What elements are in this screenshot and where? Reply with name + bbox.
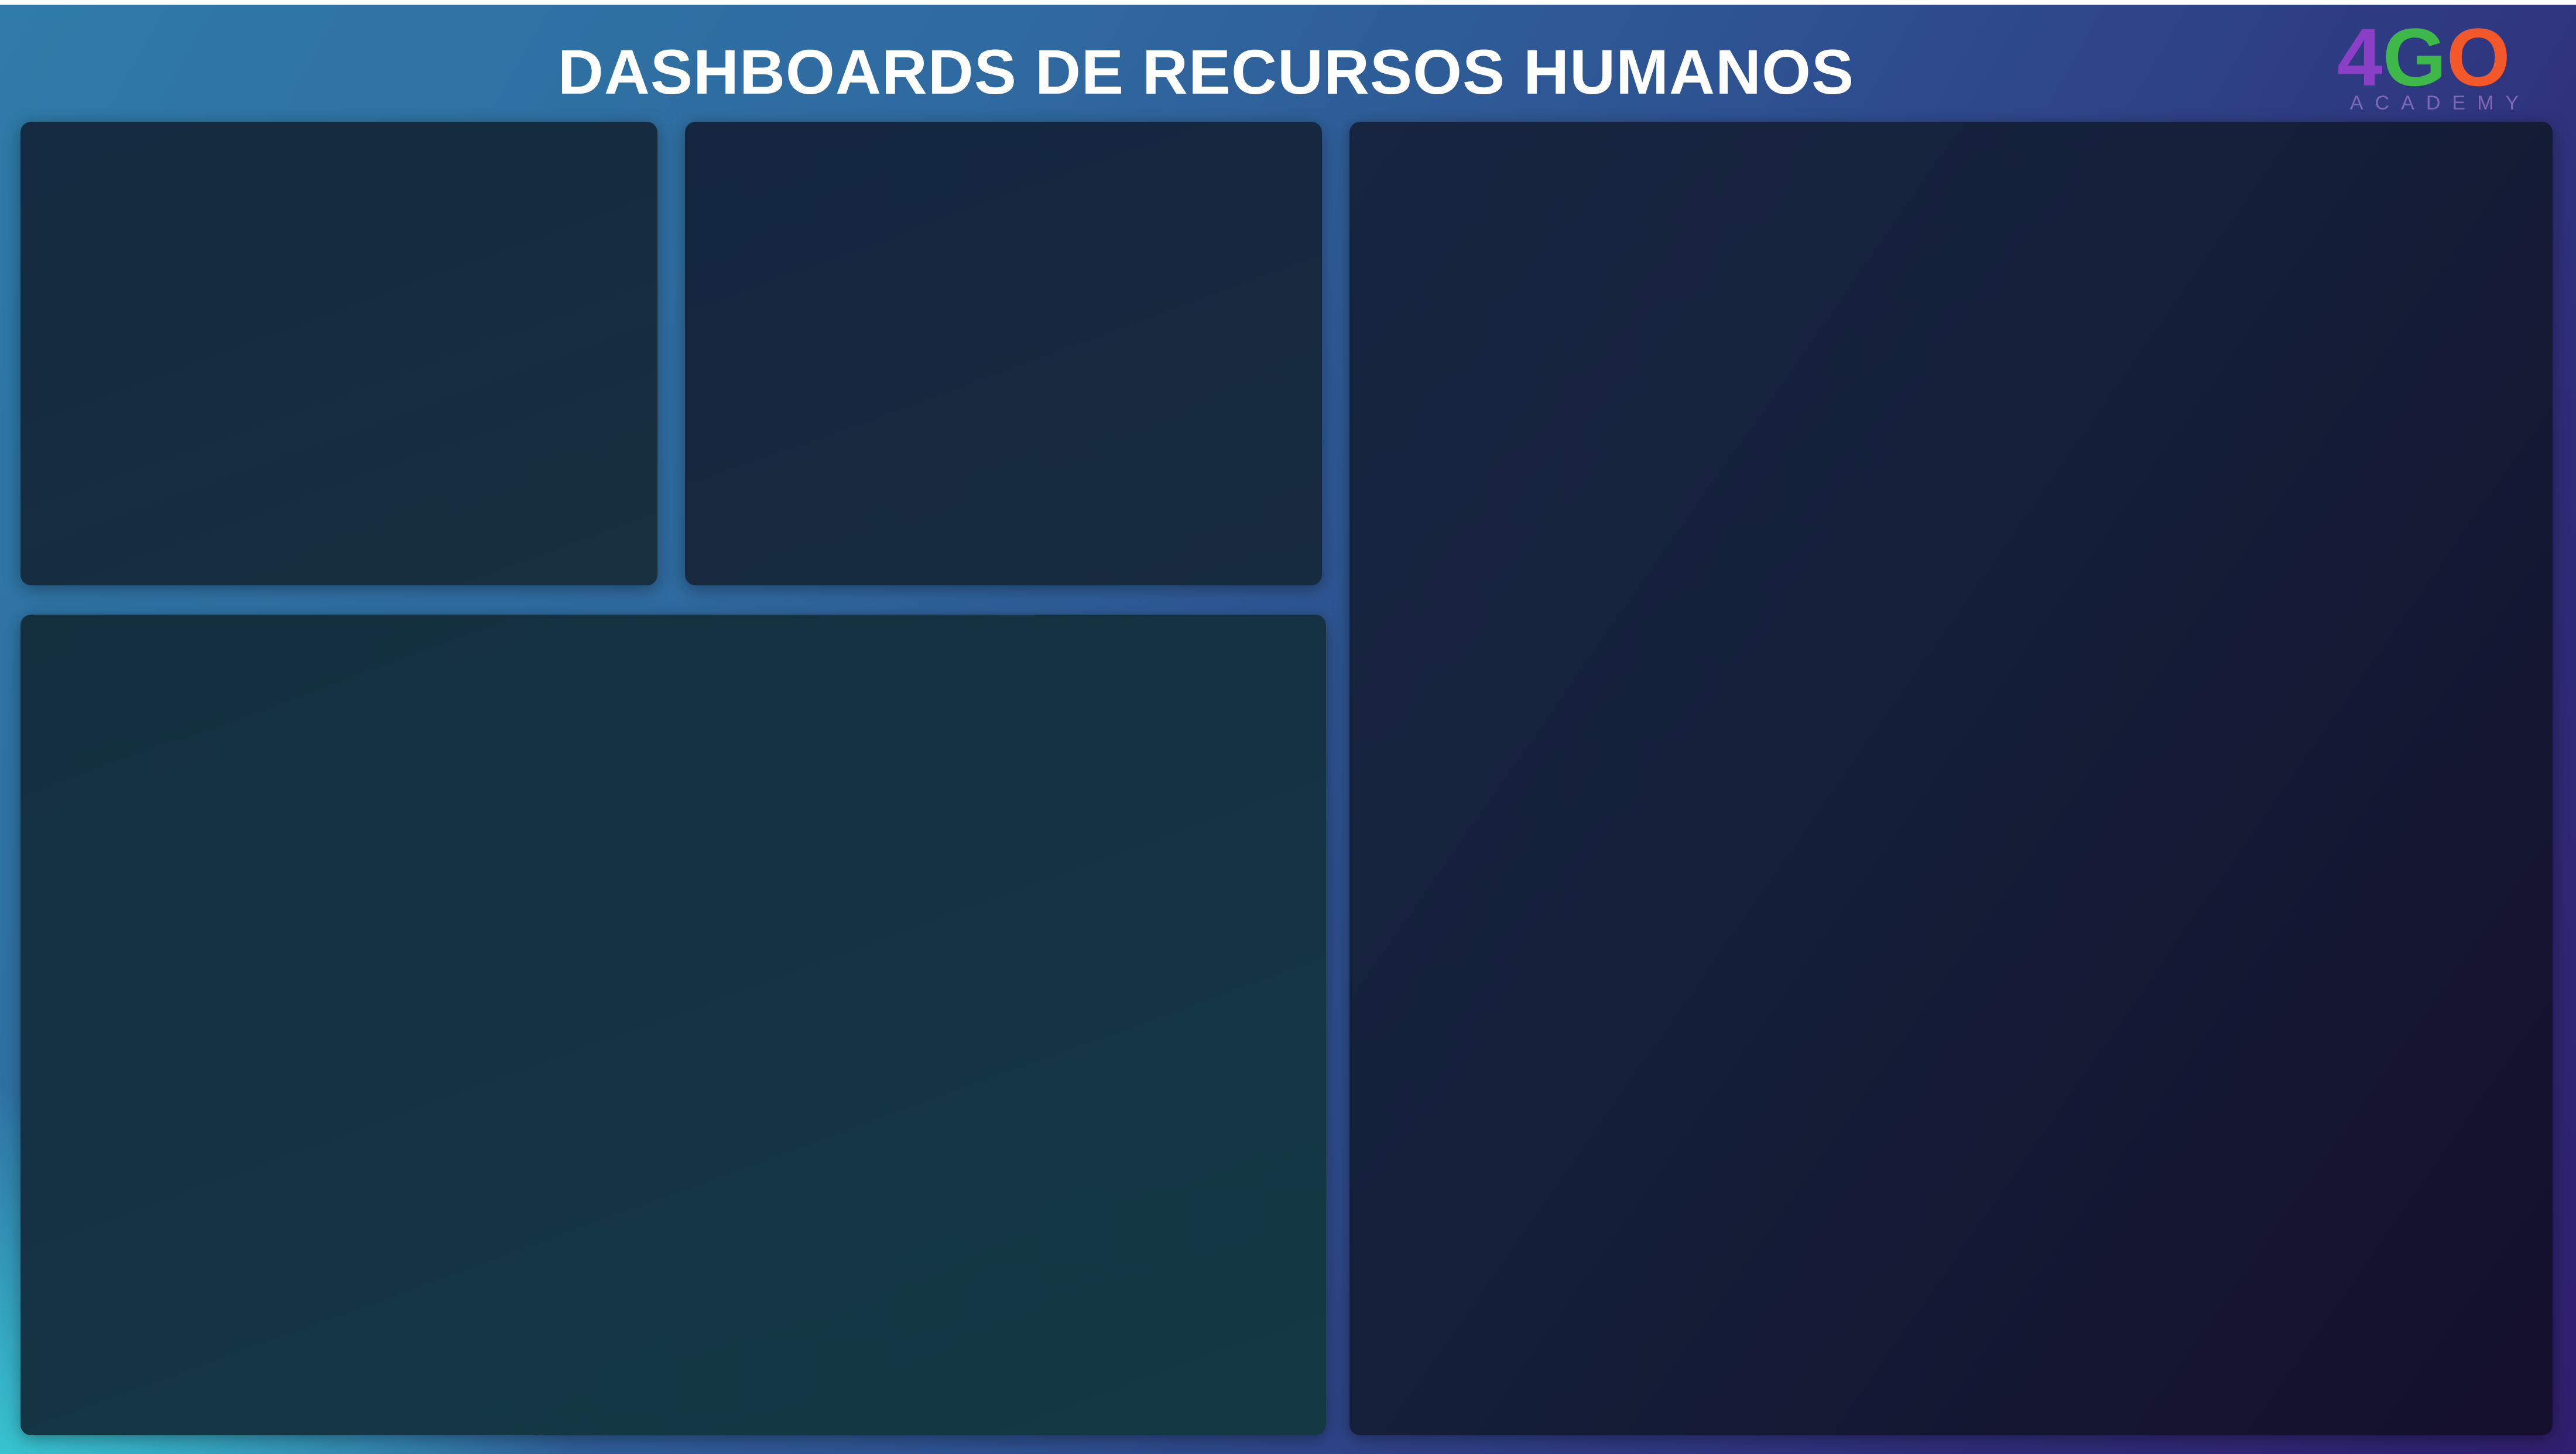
logo-mark-part-1: 4 xyxy=(2337,11,2383,103)
panel-top-left xyxy=(20,122,657,585)
4go-academy-logo: 4GO ACADEMY xyxy=(2330,16,2541,116)
logo-mark: 4GO xyxy=(2337,16,2536,98)
logo-subtitle: ACADEMY xyxy=(2349,92,2531,114)
panel-bottom-left xyxy=(20,615,1326,1435)
page-title: DASHBOARDS DE RECURSOS HUMANOS xyxy=(557,36,1855,107)
logo-mark-part-2: G xyxy=(2382,11,2447,103)
logo-mark-part-3: O xyxy=(2446,11,2510,103)
panel-right xyxy=(1349,122,2553,1435)
dashboard-background: DASHBOARDS DE RECURSOS HUMANOS 4GO ACADE… xyxy=(0,5,2576,1454)
panel-top-middle xyxy=(685,122,1322,585)
